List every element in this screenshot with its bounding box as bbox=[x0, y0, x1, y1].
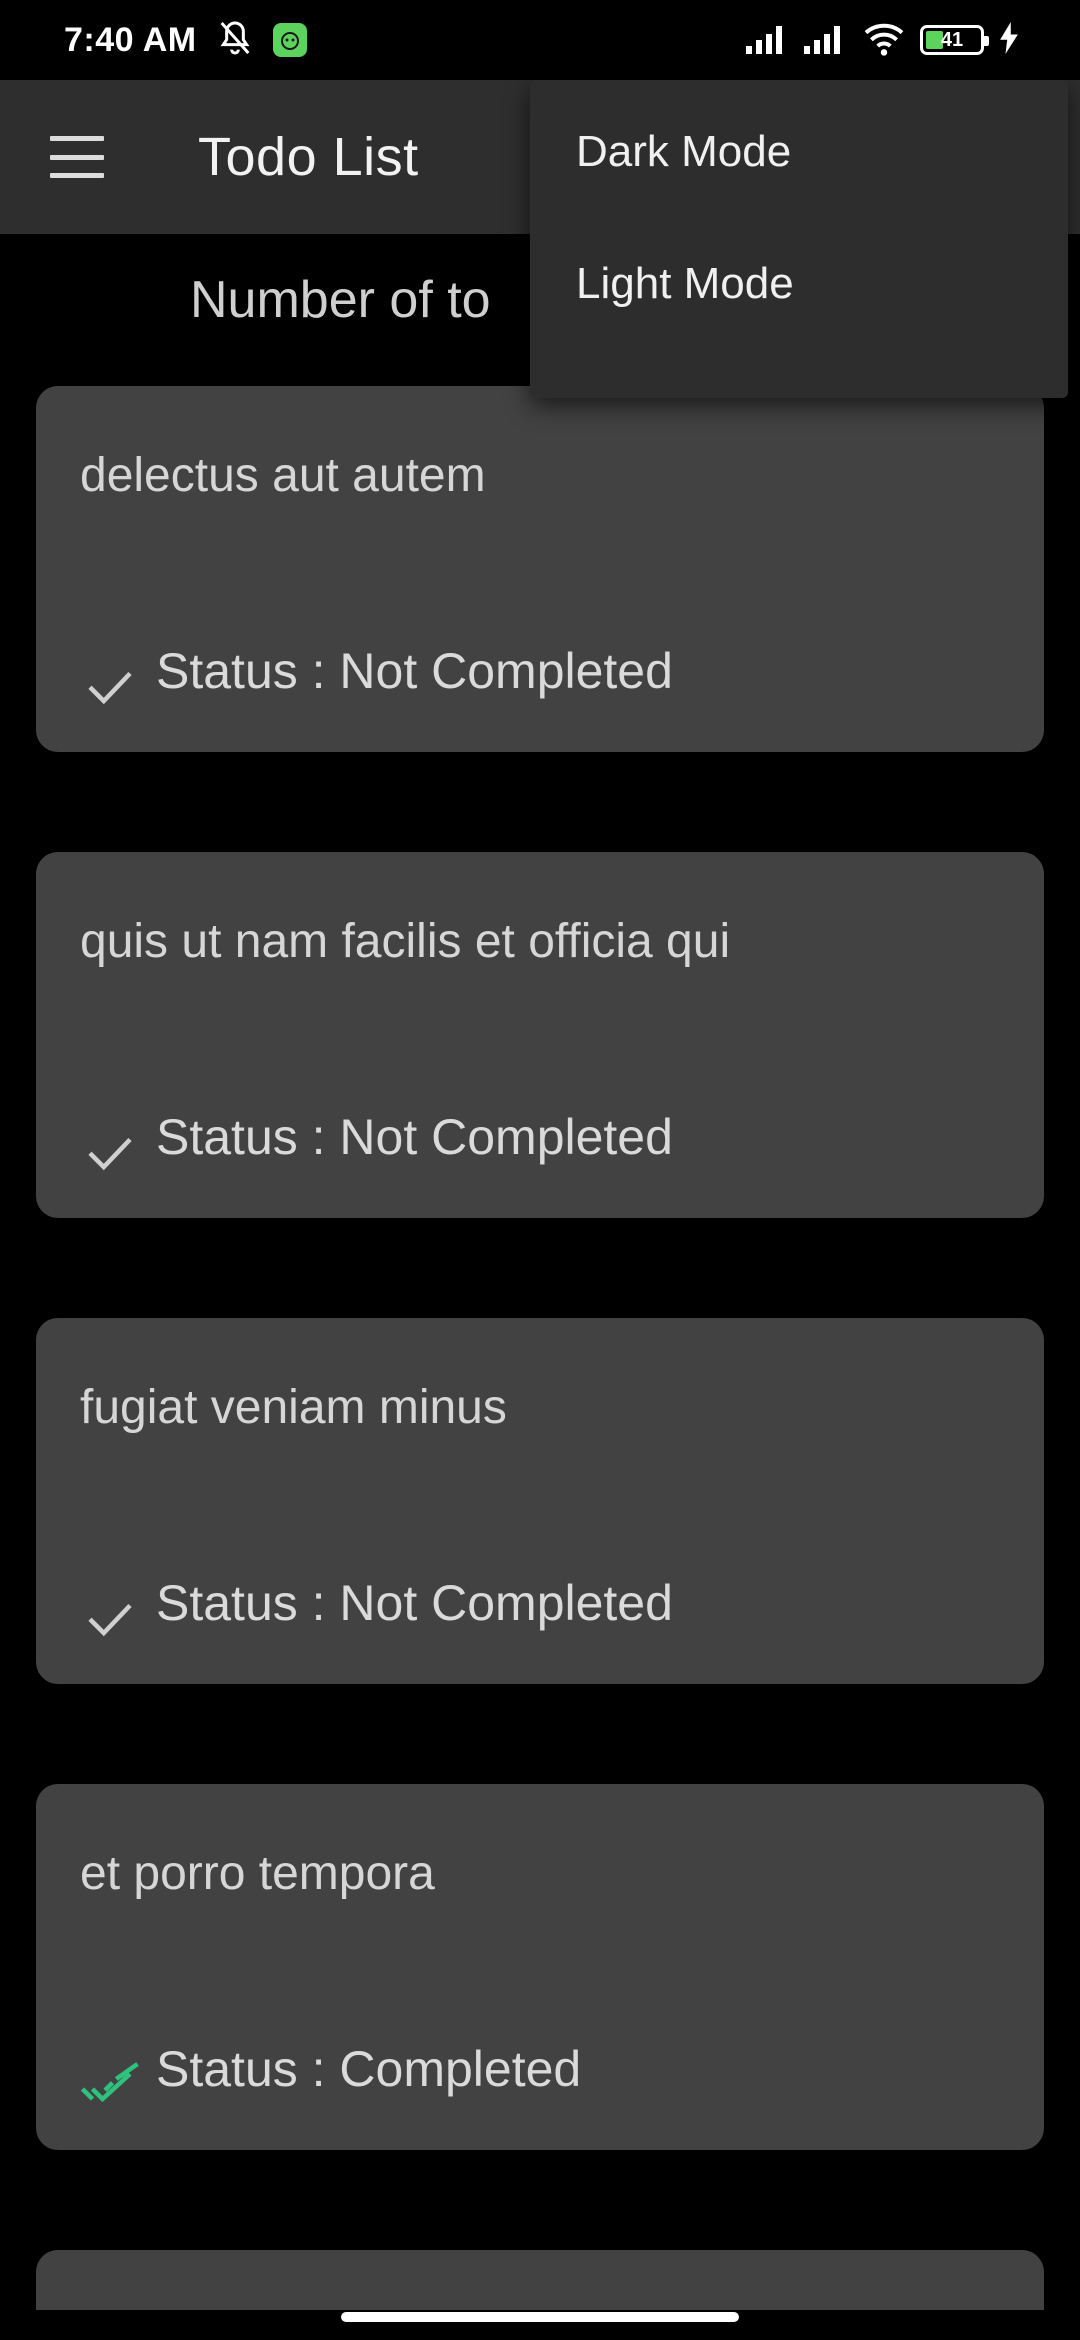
battery-icon: 41 bbox=[920, 25, 989, 55]
check-icon bbox=[88, 1603, 132, 1637]
home-indicator[interactable] bbox=[341, 2312, 739, 2322]
todo-title: et porro tempora bbox=[80, 1847, 435, 1900]
check-icon bbox=[88, 1137, 132, 1171]
app-notification-icon bbox=[272, 23, 307, 57]
status-bar: 7:40 AM 41 bbox=[0, 0, 1080, 80]
todo-status-row: Status : Not Completed bbox=[80, 626, 673, 716]
todo-status: Status : Completed bbox=[156, 2041, 582, 2097]
signal-strength-icon-2 bbox=[804, 22, 848, 59]
todo-status-row: Status : Completed bbox=[80, 2024, 581, 2114]
todo-card-partial[interactable] bbox=[36, 2250, 1044, 2310]
notifications-muted-icon bbox=[215, 18, 255, 63]
todo-status: Status : Not Completed bbox=[156, 1109, 673, 1165]
menu-item-dark-mode[interactable]: Dark Mode bbox=[530, 86, 1068, 218]
status-left: 7:40 AM bbox=[64, 18, 307, 63]
theme-menu: Dark Mode Light Mode bbox=[530, 80, 1068, 398]
todo-title: delectus aut autem bbox=[80, 449, 486, 502]
todo-status: Status : Not Completed bbox=[156, 643, 673, 699]
hamburger-menu-icon[interactable] bbox=[50, 136, 104, 178]
todo-card[interactable]: fugiat veniam minus Status : Not Complet… bbox=[36, 1318, 1044, 1684]
todo-list[interactable]: delectus aut autem Status : Not Complete… bbox=[36, 386, 1044, 2310]
charging-bolt-icon bbox=[998, 21, 1020, 59]
menu-item-light-mode[interactable]: Light Mode bbox=[530, 218, 1068, 350]
wifi-icon bbox=[862, 20, 906, 61]
battery-cap bbox=[984, 36, 989, 46]
todo-title: quis ut nam facilis et officia qui bbox=[80, 915, 731, 968]
app-title: Todo List bbox=[198, 127, 419, 187]
battery-level: 41 bbox=[940, 28, 964, 51]
status-right: 41 bbox=[746, 20, 1020, 61]
todo-count-heading: Number of to bbox=[190, 271, 491, 329]
todo-status-row: Status : Not Completed bbox=[80, 1558, 673, 1648]
todo-card[interactable]: quis ut nam facilis et officia qui Statu… bbox=[36, 852, 1044, 1218]
screen: 7:40 AM 41 Todo List Number of to delect… bbox=[0, 0, 1080, 2340]
signal-strength-icon bbox=[746, 22, 790, 59]
todo-status: Status : Not Completed bbox=[156, 1575, 673, 1631]
todo-title: fugiat veniam minus bbox=[80, 1381, 507, 1434]
todo-card[interactable]: et porro tempora Status : Completed bbox=[36, 1784, 1044, 2150]
todo-status-row: Status : Not Completed bbox=[80, 1092, 673, 1182]
status-time: 7:40 AM bbox=[64, 20, 197, 59]
todo-card[interactable]: delectus aut autem Status : Not Complete… bbox=[36, 386, 1044, 752]
check-icon bbox=[88, 671, 132, 705]
double-check-icon bbox=[80, 2062, 139, 2103]
